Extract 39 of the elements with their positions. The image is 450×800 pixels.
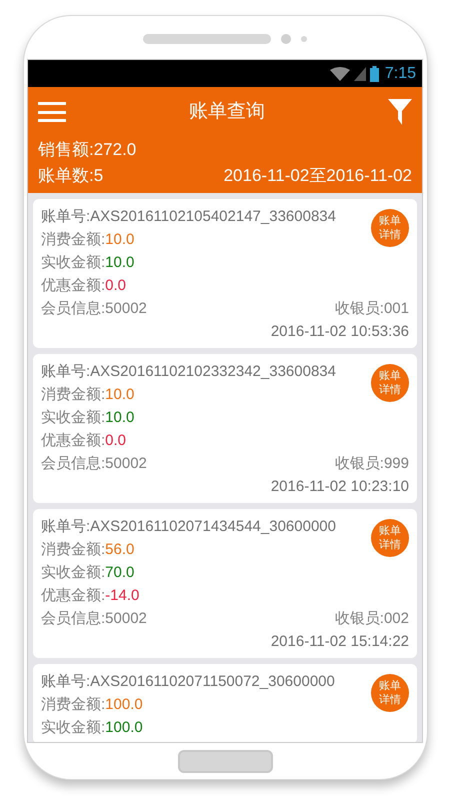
bill-time: 2016-11-02 15:14:22 — [270, 632, 409, 652]
amount-row-text: 优惠金额:0.0 — [41, 431, 128, 451]
amount-row-text: 实收金额:100.0 — [41, 718, 144, 738]
page-title: 账单查询 — [189, 100, 265, 124]
bill-count: 账单数:5 — [38, 165, 104, 187]
bill-number: 账单号:AXS20161102102332342_33600834 — [41, 362, 336, 382]
battery-icon — [370, 66, 379, 82]
bill-detail-button[interactable]: 账单 详情 — [371, 364, 409, 402]
bill-time: 2016-11-02 10:23:10 — [270, 477, 409, 497]
bill-number: 账单号:AXS20161102071434544_30600000 — [41, 517, 336, 537]
bill-number: 账单号:AXS20161102071150072_30600000 — [41, 672, 335, 692]
wifi-icon — [330, 66, 350, 80]
bill-time: 2016-11-02 10:53:36 — [270, 322, 409, 342]
filter-button[interactable] — [388, 99, 412, 125]
amount-row-text: 实收金额:10.0 — [41, 408, 136, 428]
cashier-info: 收银员:002 — [334, 609, 409, 629]
amount-row-text: 实收金额:10.0 — [41, 253, 136, 273]
bill-detail-button[interactable]: 账单 详情 — [371, 674, 409, 712]
amount-row-text: 优惠金额:0.0 — [41, 276, 128, 296]
signal-icon — [354, 66, 366, 80]
date-range: 2016-11-02至2016-11-02 — [224, 165, 412, 187]
amount-row-text: 消费金额:10.0 — [41, 385, 136, 405]
amount-row-text: 实收金额:70.0 — [41, 563, 136, 583]
status-time: 7:15 — [384, 64, 416, 84]
member-info: 会员信息:50002 — [41, 454, 147, 474]
member-info: 会员信息:50002 — [41, 299, 147, 319]
sales-total: 销售额:272.0 — [38, 139, 138, 161]
menu-button[interactable] — [38, 101, 66, 123]
member-info: 会员信息:50002 — [41, 609, 147, 629]
amount-row-text: 消费金额:56.0 — [41, 540, 136, 560]
bill-detail-button[interactable]: 账单 详情 — [371, 519, 409, 557]
amount-row-text: 消费金额:100.0 — [41, 695, 144, 715]
amount-row-text: 消费金额:10.0 — [41, 230, 136, 250]
bill-detail-button[interactable]: 账单 详情 — [371, 209, 409, 247]
home-button[interactable] — [178, 750, 272, 772]
amount-row-text: 优惠金额:-14.0 — [41, 586, 140, 606]
bill-number: 账单号:AXS20161102105402147_33600834 — [41, 207, 336, 227]
cashier-info: 收银员:001 — [334, 299, 409, 319]
cashier-info: 收银员:999 — [334, 454, 409, 474]
